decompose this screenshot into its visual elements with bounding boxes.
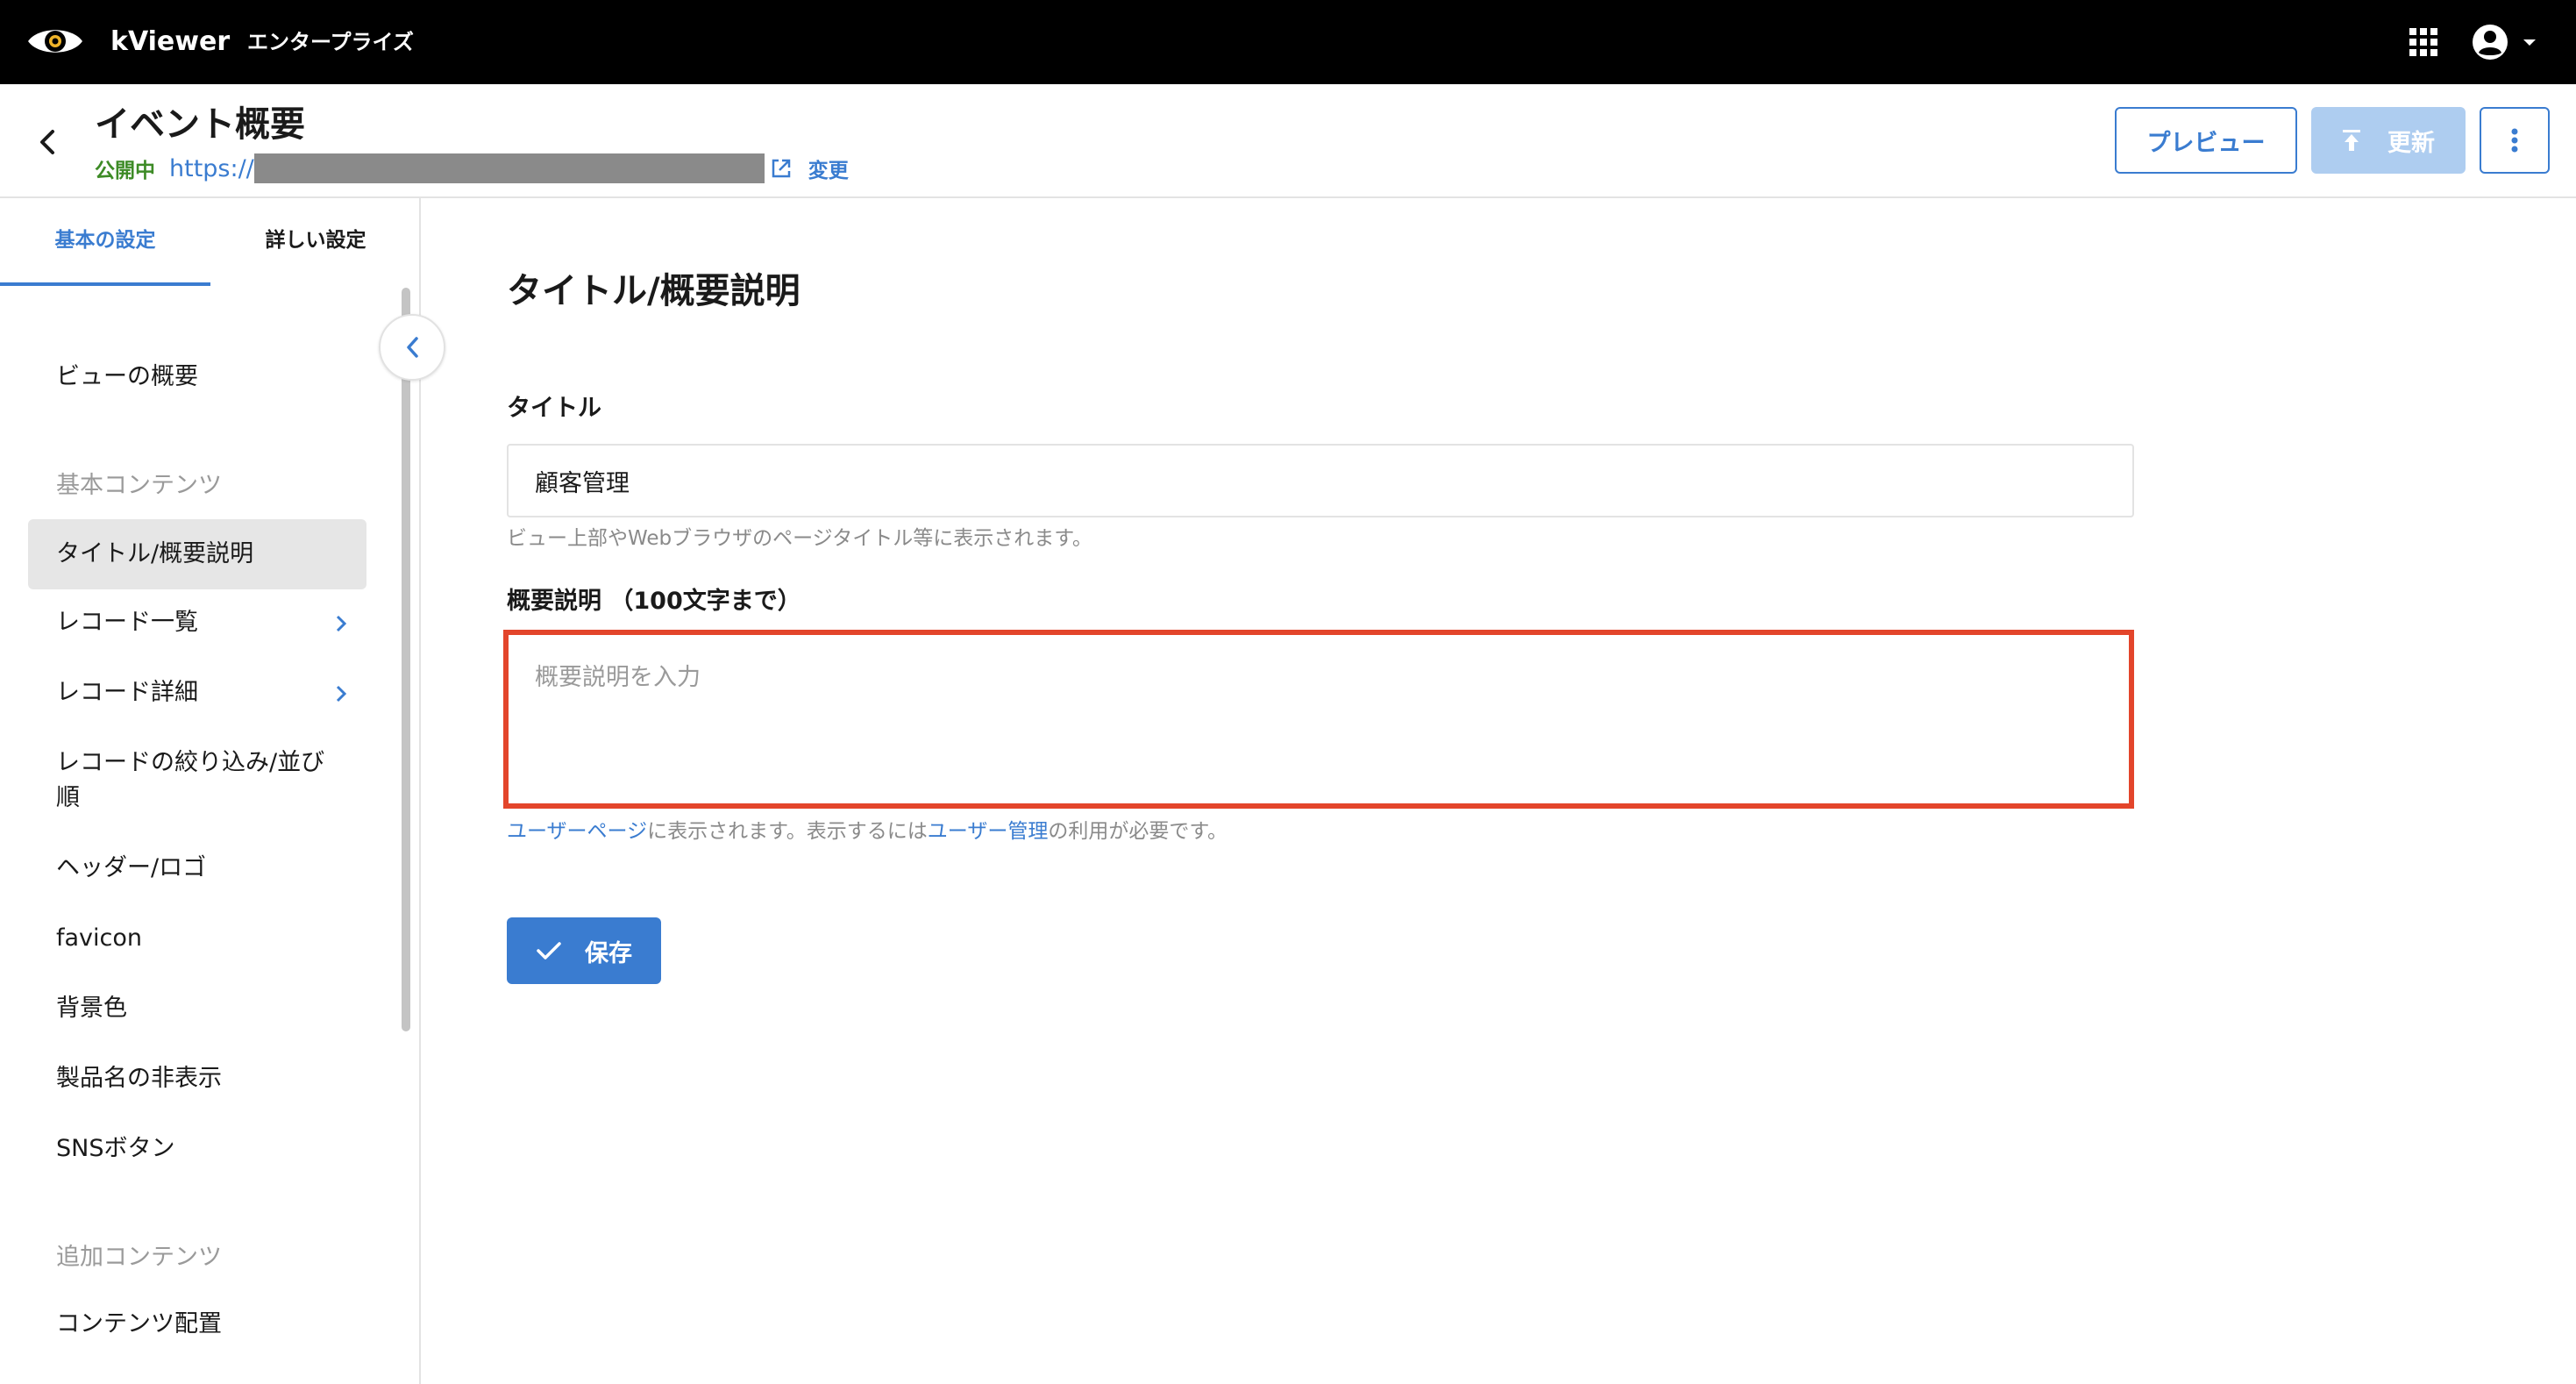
section-title: タイトル/概要説明 [507,271,801,311]
settings-tabs: 基本の設定 詳しい設定 [0,198,421,286]
sidebar-item-label: レコード詳細 [56,679,198,706]
brand-name[interactable]: kViewer [110,25,230,60]
sidebar-item-content-layout[interactable]: コンテンツ配置 [28,1307,366,1342]
sidebar-item-record-list[interactable]: レコード一覧 [28,605,366,640]
user-page-link[interactable]: ユーザーページ [507,820,647,843]
sidebar-item-record-detail[interactable]: レコード詳細 [28,675,366,710]
sidebar-item-label: レコード一覧 [56,609,198,636]
tab-basic-settings[interactable]: 基本の設定 [0,225,210,256]
public-url[interactable]: https:// [169,155,254,182]
back-arrow-icon[interactable] [32,125,63,160]
chevron-right-icon [336,615,347,632]
sidebar-item-hide-product-name[interactable]: 製品名の非表示 [28,1061,366,1096]
check-icon [537,942,561,960]
sidebar-item-record-filter-sort[interactable]: レコードの絞り込み/並び 順 [28,746,366,816]
page-title: イベント概要 [95,104,305,145]
sidebar-item-label-continued: 順 [56,784,80,811]
sidebar-item-favicon[interactable]: favicon [28,921,366,956]
help-text-middle: に表示されます。表示するには [647,820,928,843]
sidebar-section-basic: 基本コンテンツ [56,472,222,499]
preview-button[interactable]: プレビュー [2115,107,2297,174]
account-menu[interactable] [2471,23,2541,61]
sidebar-scrollbar[interactable] [402,288,410,1031]
title-help-text: ビュー上部やWebブラウザのページタイトル等に表示されます。 [507,527,1092,550]
account-icon [2473,25,2508,60]
caret-down-icon [2523,39,2536,46]
apps-grid-icon[interactable] [2409,28,2437,56]
description-field-label: 概要説明 （100文字まで） [507,588,801,615]
sidebar-item-label: レコードの絞り込み/並び [56,749,325,776]
sidebar-item-background-color[interactable]: 背景色 [28,991,366,1026]
description-help-text: ユーザーページに表示されます。表示するにはユーザー管理の利用が必要です。 [507,816,1228,847]
top-bar: kViewer エンタープライズ [0,0,2576,84]
page-header: イベント概要 公開中 https:// 変更 プレビュー 更新 [0,84,2576,198]
sidebar-item-label: タイトル/概要説明 [56,540,254,567]
edition-label: エンタープライズ [247,30,414,54]
update-button-label: 更新 [2387,129,2435,157]
more-options-button[interactable] [2480,107,2550,174]
title-input[interactable] [507,444,2134,517]
user-management-link[interactable]: ユーザー管理 [928,820,1049,843]
more-vertical-icon [2511,128,2518,153]
settings-sidebar: 基本の設定 詳しい設定 ビューの概要 基本コンテンツ タイトル/概要説明 レコー… [0,198,421,1384]
redacted-url-block [253,153,765,183]
sidebar-item-header-logo[interactable]: ヘッダー/ロゴ [28,851,366,886]
chevron-left-icon [407,337,418,358]
update-button[interactable]: 更新 [2311,107,2466,174]
chevron-right-icon [336,685,347,703]
external-link-icon[interactable] [770,157,793,180]
title-field-label: タイトル [507,395,601,422]
eye-logo-icon[interactable] [26,23,84,60]
help-text-end: の利用が必要です。 [1048,820,1228,843]
change-url-link[interactable]: 変更 [808,153,849,183]
sidebar-item-view-overview[interactable]: ビューの概要 [28,360,366,395]
tab-detailed-settings[interactable]: 詳しい設定 [210,225,421,256]
description-textarea[interactable] [503,630,2134,809]
active-tab-indicator [0,282,210,286]
save-button-label: 保存 [585,939,632,967]
sidebar-item-title-description[interactable]: タイトル/概要説明 [28,519,366,589]
status-badge: 公開中 [95,160,155,182]
status-line: 公開中 https:// 変更 [95,151,849,186]
save-button[interactable]: 保存 [507,917,661,984]
sidebar-item-sns-buttons[interactable]: SNSボタン [28,1131,366,1166]
sidebar-section-extra: 追加コンテンツ [56,1244,222,1271]
upload-icon [2343,130,2360,151]
collapse-sidebar-button[interactable] [379,314,445,381]
